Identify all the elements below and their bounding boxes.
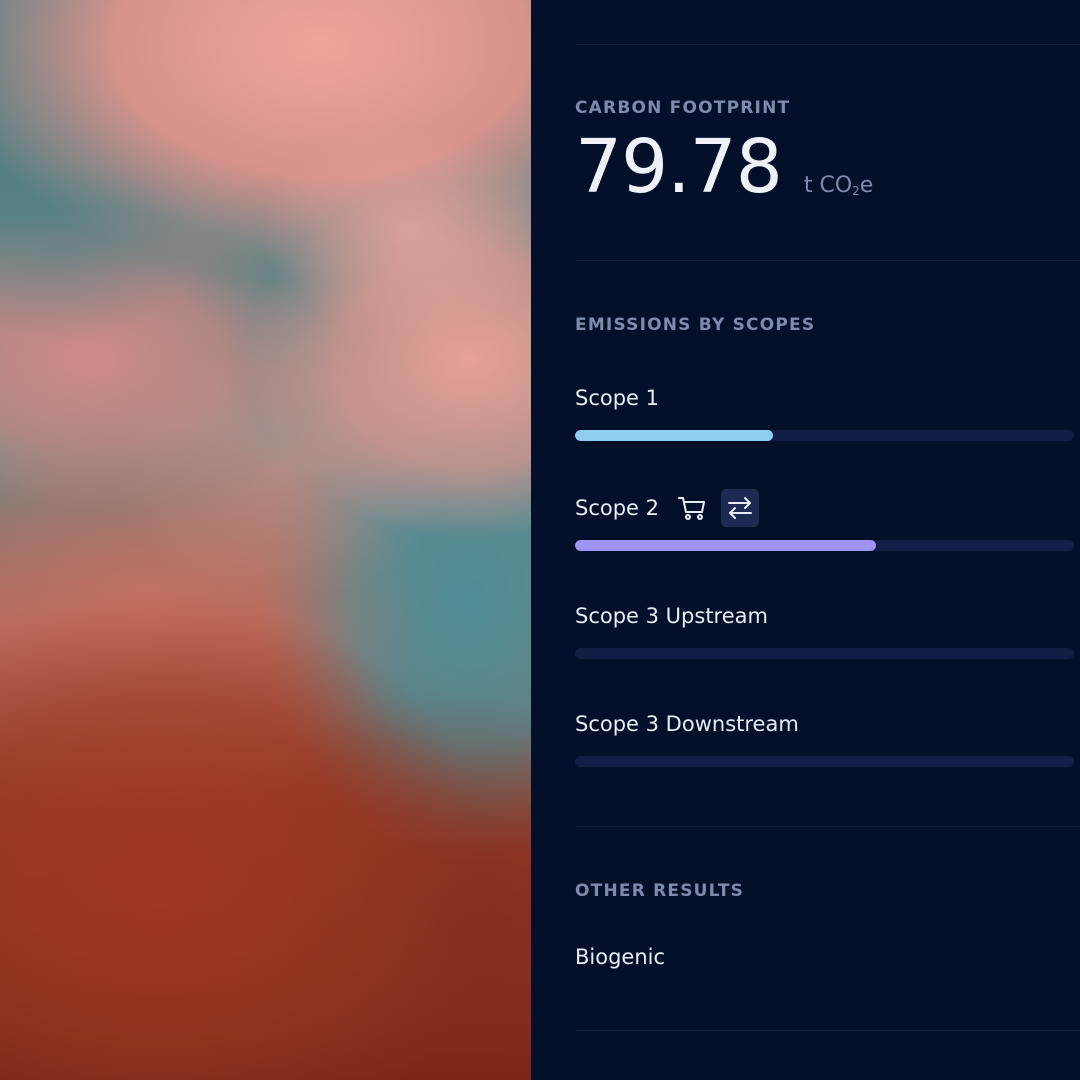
scope-label: Scope 1 — [575, 386, 660, 410]
scope-row-3-upstream: Scope 3 Upstream — [575, 596, 1074, 668]
other-results-heading: OTHER RESULTS — [575, 881, 745, 901]
scope-progress-fill — [575, 540, 876, 551]
swap-arrows-icon[interactable] — [721, 489, 760, 527]
carbon-footprint-heading: CARBON FOOTPRINT — [575, 98, 791, 118]
cart-icon[interactable] — [673, 489, 711, 527]
scope-progress-fill — [575, 430, 774, 441]
carbon-footprint-unit: t CO2e — [803, 173, 874, 198]
hero-photo — [0, 0, 531, 1080]
scope-progress-track — [575, 756, 1074, 767]
results-panel: CARBON FOOTPRINT 79.78 t CO2e EMISSIONS … — [531, 0, 1080, 1080]
other-result-biogenic[interactable]: Biogenic — [575, 945, 665, 969]
divider — [575, 260, 1080, 261]
divider — [575, 826, 1080, 827]
scope-row-2: Scope 2 — [575, 488, 1074, 560]
scope-row-3-downstream: Scope 3 Downstream — [575, 704, 1074, 776]
scope-row-1: Scope 1 — [575, 378, 1074, 450]
emissions-by-scopes-heading: EMISSIONS BY SCOPES — [575, 315, 816, 335]
scope-label: Scope 3 Downstream — [575, 712, 799, 736]
scope-progress-track — [575, 648, 1074, 659]
carbon-footprint-metric: 79.78 t CO2e — [575, 130, 873, 204]
carbon-footprint-value: 79.78 — [575, 124, 783, 210]
scope-progress-track — [575, 540, 1074, 551]
divider — [575, 44, 1080, 45]
scope-label: Scope 2 — [575, 496, 660, 520]
divider — [575, 1030, 1080, 1031]
scope-label: Scope 3 Upstream — [575, 604, 768, 628]
page: CARBON FOOTPRINT 79.78 t CO2e EMISSIONS … — [0, 0, 1080, 1080]
scope-progress-track — [575, 430, 1074, 441]
